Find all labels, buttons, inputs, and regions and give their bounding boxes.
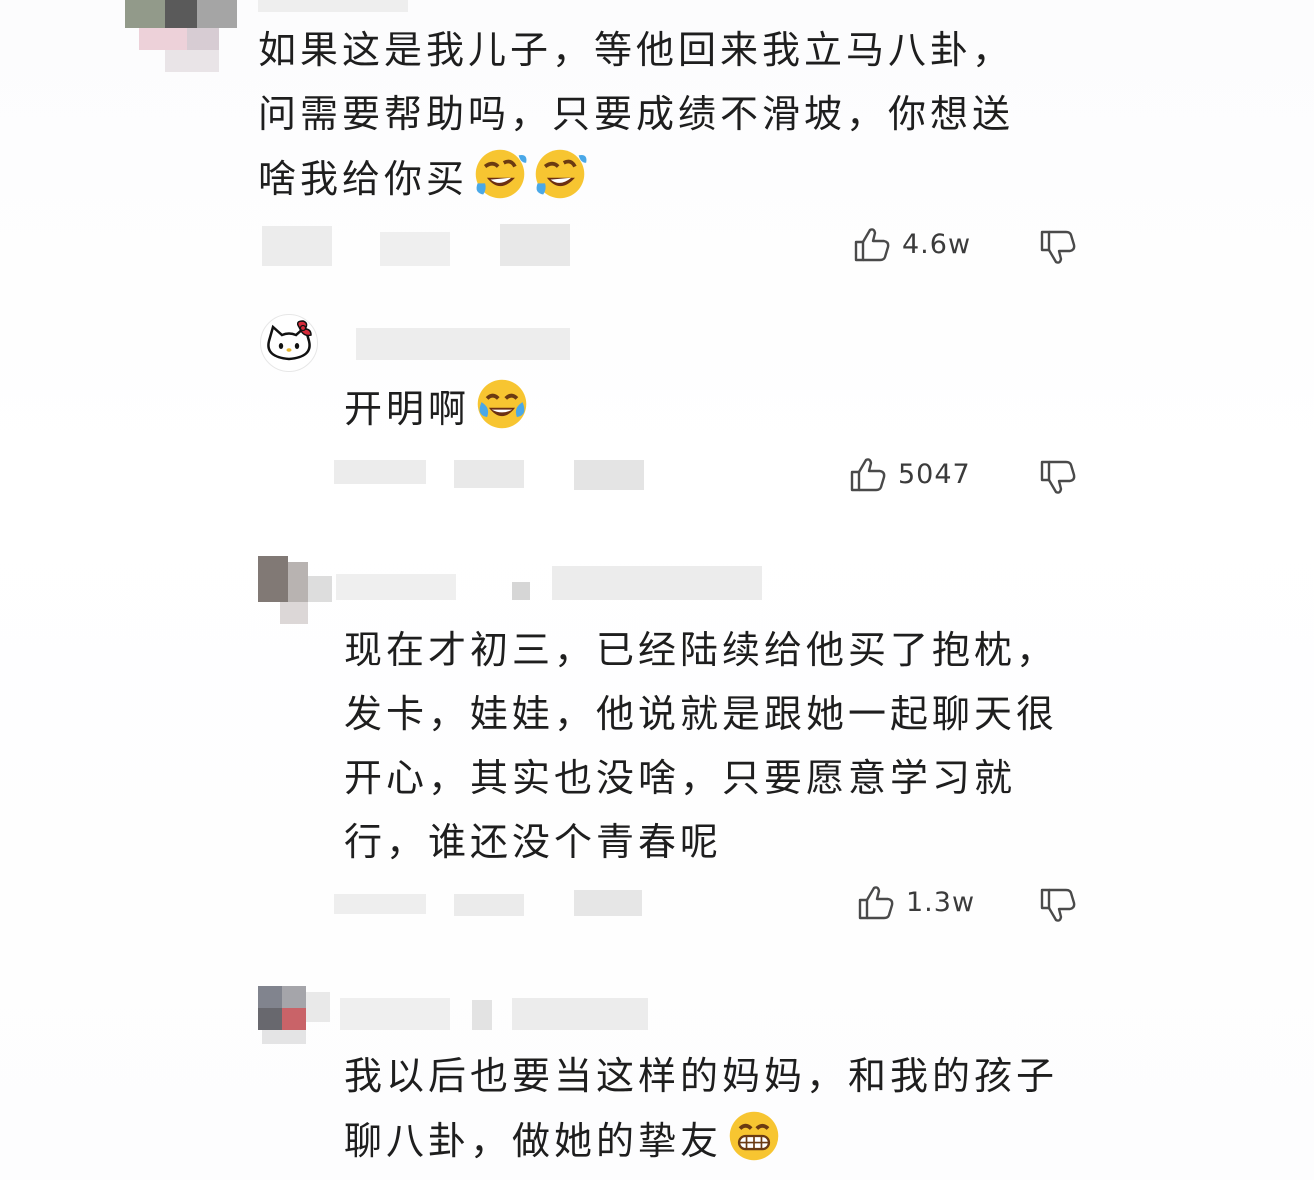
- comment-line: 开心，其实也没啥，只要愿意学习就: [344, 756, 1017, 800]
- username-blurred: [356, 328, 570, 360]
- user-avatar[interactable]: [258, 556, 332, 626]
- like-button[interactable]: 4.6w: [852, 224, 971, 264]
- comment-line: 现在才初三，已经陆续给他买了抱枕，: [344, 628, 1059, 672]
- comment-line: 行，谁还没个青春呢: [344, 820, 723, 864]
- thumbs-up-icon[interactable]: [856, 882, 896, 922]
- grinning-emoji: [729, 1111, 779, 1161]
- comment-text: 现在才初三，已经陆续给他买了抱枕， 发卡，娃娃，他说就是跟她一起聊天很 开心，其…: [344, 618, 1058, 874]
- hello-kitty-avatar[interactable]: [260, 314, 318, 372]
- rofl-emoji: [475, 149, 527, 199]
- comment-text: 我以后也要当这样的妈妈，和我的孩子 聊八卦，做她的挚友: [344, 1044, 1058, 1173]
- thumbs-up-icon[interactable]: [852, 224, 892, 264]
- comment-line: 我以后也要当这样的妈妈，和我的孩子: [344, 1054, 1059, 1098]
- tears-of-joy-emoji: [477, 379, 527, 429]
- username-blurred: [258, 0, 408, 12]
- like-count: 5047: [898, 458, 971, 490]
- like-button[interactable]: 5047: [848, 454, 971, 494]
- like-count: 4.6w: [902, 228, 972, 260]
- comment-text: 开明啊: [344, 376, 530, 441]
- like-button[interactable]: 1.3w: [856, 882, 975, 922]
- comment-line: 聊八卦，做她的挚友: [344, 1108, 1058, 1173]
- thumbs-up-icon[interactable]: [848, 454, 888, 494]
- comment-line: 问需要帮助吗，只要成绩不滑坡，你想送: [258, 92, 1015, 136]
- comment-line: 如果这是我儿子，等他回来我立马八卦，: [258, 28, 1015, 72]
- comment-text: 如果这是我儿子，等他回来我立马八卦， 问需要帮助吗，只要成绩不滑坡，你想送 啥我…: [258, 18, 1014, 211]
- user-avatar[interactable]: [258, 986, 330, 1044]
- user-avatar[interactable]: [125, 0, 237, 72]
- thumbs-down-icon[interactable]: [1038, 458, 1078, 498]
- thumbs-down-icon[interactable]: [1038, 886, 1078, 926]
- comment-line: 发卡，娃娃，他说就是跟她一起聊天很: [344, 692, 1059, 736]
- like-count: 1.3w: [906, 886, 976, 918]
- comment-line: 开明啊: [344, 376, 530, 441]
- comment-line: 啥我给你买: [258, 146, 1014, 211]
- rofl-emoji: [535, 149, 587, 199]
- comment-thread: 如果这是我儿子，等他回来我立马八卦， 问需要帮助吗，只要成绩不滑坡，你想送 啥我…: [0, 0, 1314, 1180]
- thumbs-down-icon[interactable]: [1038, 228, 1078, 268]
